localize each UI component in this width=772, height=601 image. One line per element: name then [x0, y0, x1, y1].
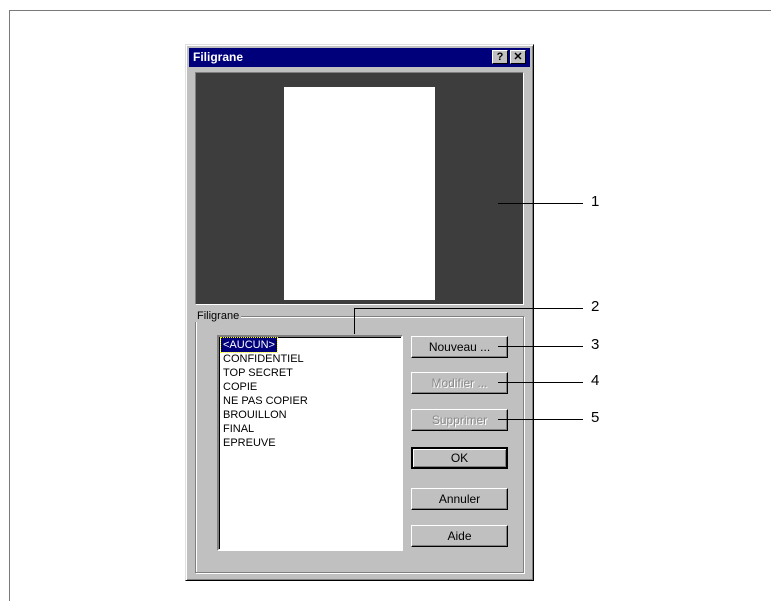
list-item[interactable]: BROUILLON: [221, 408, 289, 422]
list-item[interactable]: CONFIDENTIEL: [221, 352, 306, 366]
watermark-preview: [195, 72, 524, 305]
ok-button[interactable]: OK: [411, 447, 508, 469]
callout-number-5: 5: [591, 409, 600, 426]
dialog-title: Filigrane: [193, 50, 244, 64]
watermark-dialog: Filigrane ? ✕ Filigrane <AUCUN> CONFIDEN…: [185, 44, 534, 581]
callout-number-4: 4: [591, 372, 600, 389]
close-button[interactable]: ✕: [510, 50, 526, 64]
title-bar: Filigrane ? ✕: [189, 48, 530, 67]
callout-line-4: [498, 382, 583, 383]
question-icon: ?: [496, 51, 504, 63]
watermark-list[interactable]: <AUCUN> CONFIDENTIEL TOP SECRET COPIE NE…: [217, 335, 403, 551]
list-item[interactable]: <AUCUN>: [220, 337, 278, 353]
close-icon: ✕: [513, 51, 523, 63]
list-item[interactable]: COPIE: [221, 380, 259, 394]
callout-number-2: 2: [591, 298, 600, 315]
help-title-button[interactable]: ?: [492, 50, 508, 64]
callout-number-1: 1: [591, 193, 600, 210]
callout-number-3: 3: [591, 336, 600, 353]
help-button[interactable]: Aide: [411, 525, 508, 547]
callout-line-3: [498, 346, 583, 347]
list-item[interactable]: EPREUVE: [221, 436, 278, 450]
callout-line-5: [498, 419, 583, 420]
modify-button[interactable]: Modifier ...: [411, 372, 508, 394]
list-item[interactable]: FINAL: [221, 422, 256, 436]
list-item[interactable]: TOP SECRET: [221, 366, 295, 380]
group-label: Filigrane: [195, 310, 242, 322]
callout-line-1: [498, 203, 583, 204]
new-button[interactable]: Nouveau ...: [411, 336, 508, 358]
preview-page: [284, 87, 435, 300]
callout-line-2: [354, 308, 583, 309]
delete-button[interactable]: Supprimer: [411, 409, 508, 431]
list-item[interactable]: NE PAS COPIER: [221, 394, 310, 408]
callout-line-2-vertical: [354, 308, 355, 334]
cancel-button[interactable]: Annuler: [411, 488, 508, 510]
